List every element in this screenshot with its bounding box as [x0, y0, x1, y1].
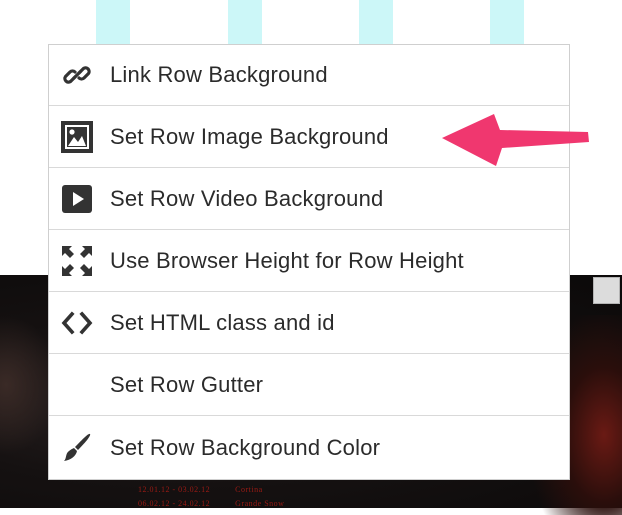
gutter-stripe	[96, 0, 130, 44]
gutter-stripe	[359, 0, 393, 44]
menu-item-set-row-gutter[interactable]: Set Row Gutter	[49, 355, 569, 416]
poster-text-line: 06.02.12 - 24.02.12 Grande Snow	[138, 499, 285, 508]
menu-item-set-row-video-background[interactable]: Set Row Video Background	[49, 169, 569, 230]
poster-text-line: 12.01.12 - 03.02.12 Cortina	[138, 485, 263, 494]
menu-item-link-row-background[interactable]: Link Row Background	[49, 45, 569, 106]
menu-item-label: Set Row Gutter	[110, 372, 264, 397]
menu-item-set-row-background-color[interactable]: Set Row Background Color	[49, 417, 569, 478]
menu-item-label: Set Row Image Background	[110, 124, 389, 149]
menu-item-label: Set HTML class and id	[110, 310, 335, 335]
paintbrush-icon	[59, 430, 95, 466]
menu-item-label: Use Browser Height for Row Height	[110, 248, 464, 273]
image-icon	[59, 119, 95, 155]
menu-item-label: Set Row Video Background	[110, 186, 384, 211]
gutter-stripe	[228, 0, 262, 44]
menu-item-label: Set Row Background Color	[110, 434, 381, 460]
annotation-arrow-icon	[442, 114, 589, 166]
menu-item-label: Link Row Background	[110, 62, 328, 87]
row-resize-handle[interactable]	[593, 277, 620, 304]
video-play-icon	[59, 181, 95, 217]
menu-item-use-browser-height[interactable]: Use Browser Height for Row Height	[49, 231, 569, 292]
expand-icon	[59, 243, 95, 279]
code-icon	[59, 305, 95, 341]
link-icon	[59, 57, 95, 93]
menu-item-set-html-class-id[interactable]: Set HTML class and id	[49, 293, 569, 354]
gutter-stripe	[490, 0, 524, 44]
